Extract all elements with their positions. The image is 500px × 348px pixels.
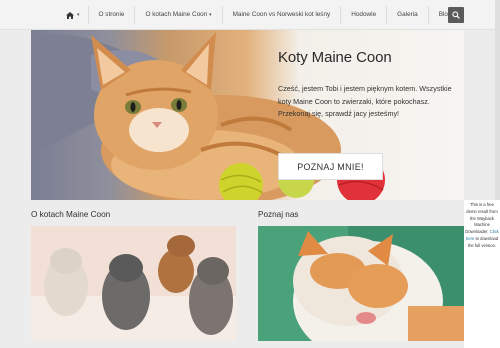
nav-item-hodowle[interactable]: Hodowle [340, 6, 386, 24]
nav-item-o-stronie[interactable]: O stronie [87, 6, 135, 24]
meet-me-button[interactable]: POZNAJ MNIE! [278, 153, 383, 180]
hero-text: Cześć, jestem Tobi i jestem pięknym kote… [278, 84, 452, 118]
search-icon [452, 6, 460, 24]
nav-item-o-kotach[interactable]: O kotach Maine Coon ▾ [134, 6, 221, 24]
kittens-image[interactable] [31, 226, 236, 341]
hero-banner: Koty Maine Coon Cześć, jestem Tobi i jes… [31, 30, 464, 200]
hero-title: Koty Maine Coon [278, 49, 392, 66]
wayback-demo-notice: This is a free demo result from the Wayb… [464, 200, 500, 348]
search-button[interactable] [448, 7, 464, 23]
nav-item-home[interactable]: ▾ [60, 6, 88, 24]
scrollbar[interactable] [495, 0, 500, 200]
section-title-about-cats[interactable]: O kotach Maine Coon [31, 210, 110, 219]
nav-item-galeria[interactable]: Galeria [386, 6, 428, 24]
nav-item-maine-coon-vs-norweski[interactable]: Maine Coon vs Norweski kot leśny [221, 6, 341, 24]
home-icon [66, 11, 74, 19]
top-navbar: ▾ O stronie O kotach Maine Coon ▾ Maine … [0, 0, 500, 30]
cat-licking-image[interactable] [258, 226, 464, 341]
page: ▾ O stronie O kotach Maine Coon ▾ Maine … [0, 0, 500, 348]
chevron-down-icon: ▾ [209, 12, 212, 18]
chevron-down-icon: ▾ [77, 12, 80, 18]
nav-item-label: O kotach Maine Coon [145, 11, 208, 18]
section-title-meet-us[interactable]: Poznaj nas [258, 210, 299, 219]
nav-menu: ▾ O stronie O kotach Maine Coon ▾ Maine … [60, 6, 462, 24]
